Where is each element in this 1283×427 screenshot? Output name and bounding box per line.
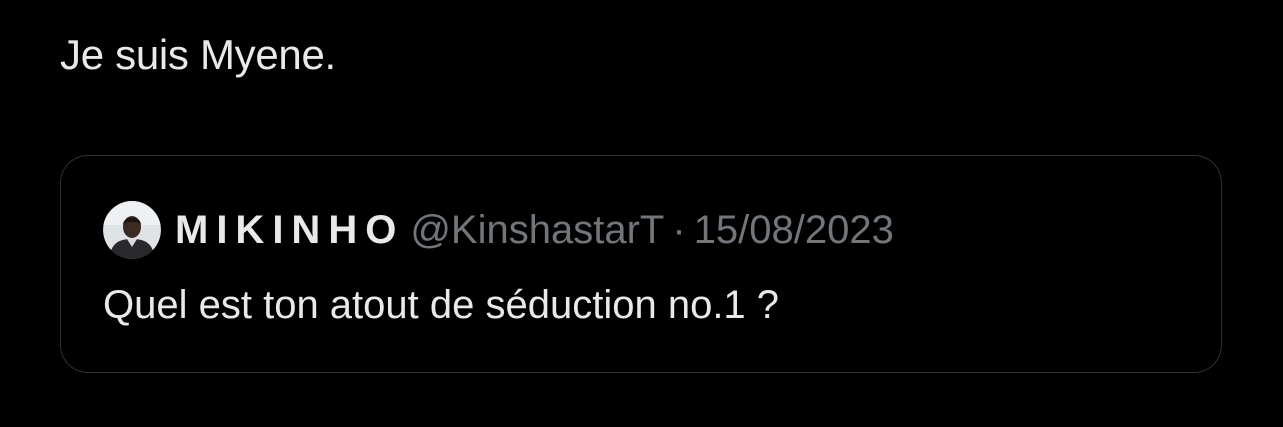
quoted-tweet-text: Quel est ton atout de séduction no.1 ? — [103, 283, 780, 327]
quoted-tweet-header: MIKINHO @KinshastarT · 15/08/2023 — [103, 201, 894, 259]
quoted-display-name[interactable]: MIKINHO — [175, 208, 404, 253]
user-avatar-photo-icon[interactable] — [103, 201, 161, 259]
quoted-tweet-date[interactable]: 15/08/2023 — [694, 208, 894, 253]
tweet-text: Je suis Myene. — [60, 31, 336, 78]
quoted-user-handle[interactable]: @KinshastarT — [410, 208, 664, 253]
header-separator: · — [672, 207, 686, 252]
quoted-tweet-card[interactable]: MIKINHO @KinshastarT · 15/08/2023 Quel e… — [60, 155, 1222, 373]
